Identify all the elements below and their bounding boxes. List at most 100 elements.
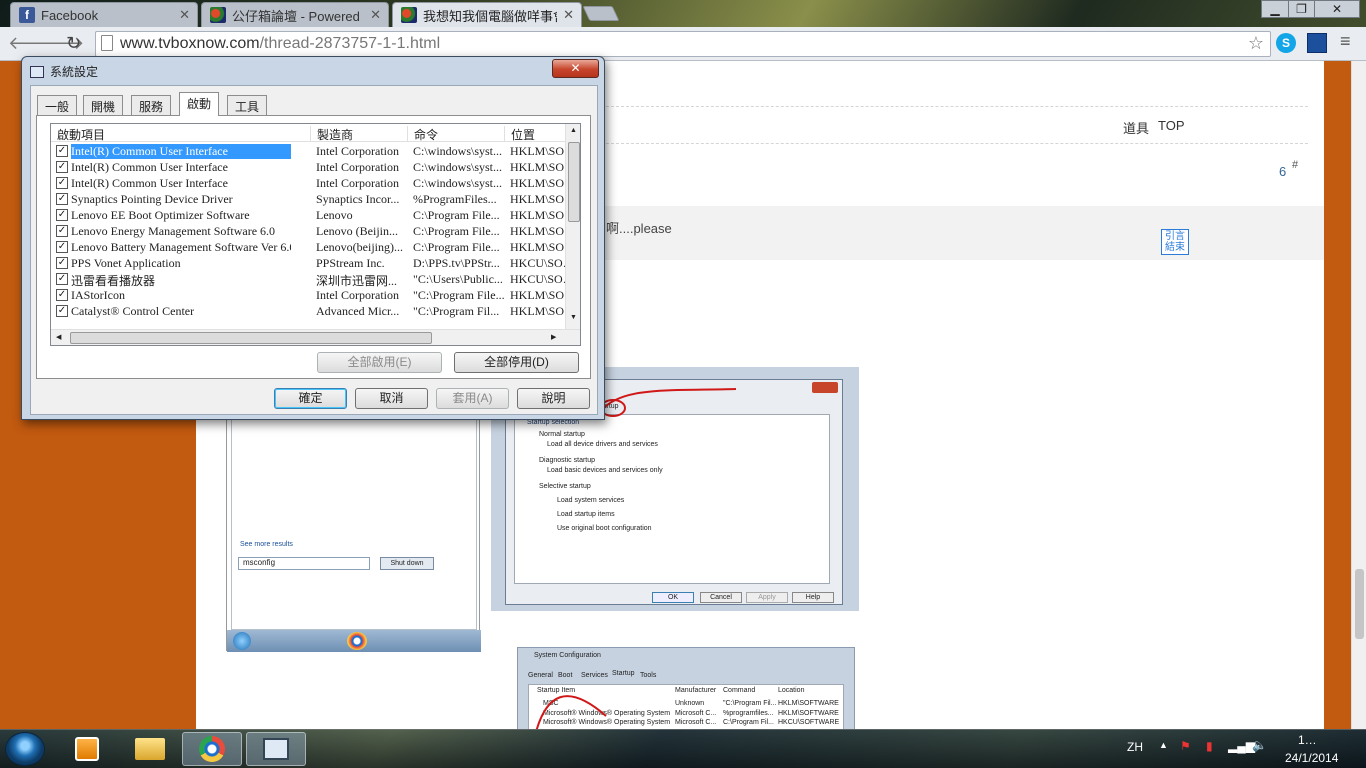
cell-location: HKLM\SO…: [510, 240, 565, 254]
cancel-button[interactable]: 取消: [355, 388, 428, 409]
tab-facebook[interactable]: f Facebook ✕: [10, 2, 198, 27]
enabled-checkbox[interactable]: ✓: [56, 225, 68, 237]
taskbar-msconfig[interactable]: [246, 732, 306, 766]
page-scrollbar[interactable]: [1351, 61, 1366, 729]
disable-all-button[interactable]: 全部停用(D): [454, 352, 579, 373]
scroll-up-icon[interactable]: ▲: [570, 127, 577, 134]
quote-box: 啊....please 引言結束: [588, 206, 1366, 260]
taskbar-explorer[interactable]: [120, 732, 180, 766]
top-link[interactable]: TOP: [1158, 118, 1185, 133]
reload-icon[interactable]: ↻: [66, 33, 81, 54]
table-row[interactable]: ✓ IAStorIcon Intel Corporation "C:\Program …: [51, 287, 565, 303]
enabled-checkbox[interactable]: ✓: [56, 145, 68, 157]
option-selective: Selective startup: [539, 483, 591, 490]
action-center-icon[interactable]: ⚑: [1180, 739, 1191, 753]
address-bar[interactable]: www.tvboxnow.com/thread-2873757-1-1.html…: [95, 31, 1271, 57]
cell-command: C:\windows\syst...: [413, 144, 503, 158]
tab-startup[interactable]: 啟動: [179, 92, 220, 116]
ok-button[interactable]: 確定: [274, 388, 347, 409]
folder-icon: [135, 738, 165, 760]
maximize-button[interactable]: ❐: [1288, 0, 1315, 18]
enabled-checkbox[interactable]: ✓: [56, 193, 68, 205]
table-row[interactable]: ✓ Lenovo Battery Management Software Ver …: [51, 239, 565, 255]
post-number[interactable]: 6: [1279, 164, 1286, 179]
column-manufacturer[interactable]: 製造商: [311, 126, 408, 142]
cell-maker: Synaptics Incor...: [316, 192, 400, 206]
column-startup-item[interactable]: 啟動項目: [51, 126, 311, 142]
scroll-right-icon[interactable]: ▶: [551, 333, 556, 341]
extension-icon[interactable]: [1307, 33, 1327, 53]
tools-link[interactable]: 道具: [1123, 118, 1149, 137]
start-button[interactable]: [5, 732, 45, 766]
tab-boot[interactable]: 開機: [83, 95, 124, 115]
enabled-checkbox[interactable]: ✓: [56, 161, 68, 173]
table-row[interactable]: ✓ Intel(R) Common User Interface Intel Cor…: [51, 175, 565, 191]
list-vscrollbar[interactable]: ▲ ▼: [565, 124, 580, 329]
clock-time[interactable]: 1…: [1298, 733, 1317, 747]
network-icon[interactable]: ▂▄▆: [1228, 739, 1255, 753]
taskbar-chrome[interactable]: [182, 732, 242, 766]
cell-maker: Intel Corporation: [316, 288, 399, 302]
table-row[interactable]: ✓ Lenovo EE Boot Optimizer Software Lenovo…: [51, 207, 565, 223]
skype-icon[interactable]: S: [1276, 33, 1296, 53]
close-tab-icon[interactable]: ✕: [370, 7, 381, 23]
hscroll-thumb[interactable]: [70, 332, 432, 344]
bookmark-star-icon[interactable]: ☆: [1248, 33, 1264, 54]
vscroll-thumb[interactable]: [568, 142, 580, 222]
volume-icon[interactable]: 🔈: [1252, 738, 1267, 752]
clock-date[interactable]: 24/1/2014: [1285, 751, 1338, 765]
new-tab-button[interactable]: [582, 6, 620, 21]
col-location: Location: [778, 687, 805, 694]
table-row[interactable]: ✓ 迅雷看看播放器 深圳市迅雷网... "C:\Users\Public... HKCU…: [51, 271, 565, 288]
startmenu-search-input: msconfig: [238, 557, 370, 570]
cell-location: HKLM\SO…: [510, 192, 565, 206]
tab-thread[interactable]: 我想知我個電腦做咩事會卡 ✕: [392, 2, 582, 27]
close-tab-icon[interactable]: ✕: [179, 7, 190, 23]
scrollbar-thumb[interactable]: [1355, 569, 1364, 639]
quote-end-button[interactable]: 引言結束: [1161, 229, 1189, 255]
cell-maker: Intel Corporation: [316, 160, 399, 174]
tray-expand-icon[interactable]: ▲: [1159, 740, 1168, 750]
close-tab-icon[interactable]: ✕: [563, 7, 574, 23]
table-row[interactable]: ✓ Intel(R) Common User Interface Intel Cor…: [51, 159, 565, 175]
enabled-checkbox[interactable]: ✓: [56, 257, 68, 269]
tab-general[interactable]: 一般: [37, 95, 78, 115]
startup-items-list[interactable]: 啟動項目 製造商 命令 位置 ✓ Intel(R) Common User Int…: [50, 123, 581, 346]
menu-icon[interactable]: ≡: [1340, 31, 1351, 52]
language-indicator[interactable]: ZH: [1127, 740, 1143, 754]
tab-tools[interactable]: 工具: [227, 95, 268, 115]
table-row[interactable]: ✓ PPS Vonet Application PPStream Inc. D:\PP…: [51, 255, 565, 271]
cell-name: Intel(R) Common User Interface: [71, 144, 291, 159]
taskbar-media-player[interactable]: [57, 732, 117, 766]
help-button[interactable]: 說明: [517, 388, 590, 409]
enable-all-button[interactable]: 全部啟用(E): [317, 352, 442, 373]
column-location[interactable]: 位置: [505, 126, 565, 142]
enabled-checkbox[interactable]: ✓: [56, 241, 68, 253]
cell-name: Intel(R) Common User Interface: [71, 176, 228, 190]
dialog-close-button[interactable]: ✕: [552, 59, 599, 78]
enabled-checkbox[interactable]: ✓: [56, 177, 68, 189]
table-row[interactable]: ✓ Intel(R) Common User Interface Intel Cor…: [51, 143, 565, 159]
embedded-sysconfig-image-2: System Configuration General Boot Servic…: [517, 647, 855, 729]
battery-icon[interactable]: ▮: [1206, 739, 1213, 753]
table-cell: Microsoft C...: [675, 710, 717, 717]
list-hscrollbar[interactable]: ◀ ▶: [51, 329, 580, 345]
table-row[interactable]: ✓ Catalyst® Control Center Advanced Micr..…: [51, 303, 565, 319]
cell-command: C:\windows\syst...: [413, 176, 503, 190]
enabled-checkbox[interactable]: ✓: [56, 305, 68, 317]
scroll-left-icon[interactable]: ◀: [56, 333, 61, 341]
close-window-button[interactable]: ✕: [1314, 0, 1360, 18]
tab-services[interactable]: 服務: [131, 95, 172, 115]
table-row[interactable]: ✓ Lenovo Energy Management Software 6.0 Le…: [51, 223, 565, 239]
column-command[interactable]: 命令: [408, 126, 505, 142]
dialog-title: 系統設定: [50, 65, 99, 79]
scroll-down-icon[interactable]: ▼: [570, 314, 577, 321]
enabled-checkbox[interactable]: ✓: [56, 209, 68, 221]
enabled-checkbox[interactable]: ✓: [56, 289, 68, 301]
apply-button[interactable]: 套用(A): [436, 388, 509, 409]
cell-maker: Lenovo (Beijin...: [316, 224, 398, 238]
table-row[interactable]: ✓ Synaptics Pointing Device Driver Synapti…: [51, 191, 565, 207]
enabled-checkbox[interactable]: ✓: [56, 273, 68, 285]
tab-tvboxnow-forum[interactable]: 公仔箱論壇 - Powered by ✕: [201, 2, 389, 27]
minimize-button[interactable]: ▁: [1261, 0, 1289, 18]
